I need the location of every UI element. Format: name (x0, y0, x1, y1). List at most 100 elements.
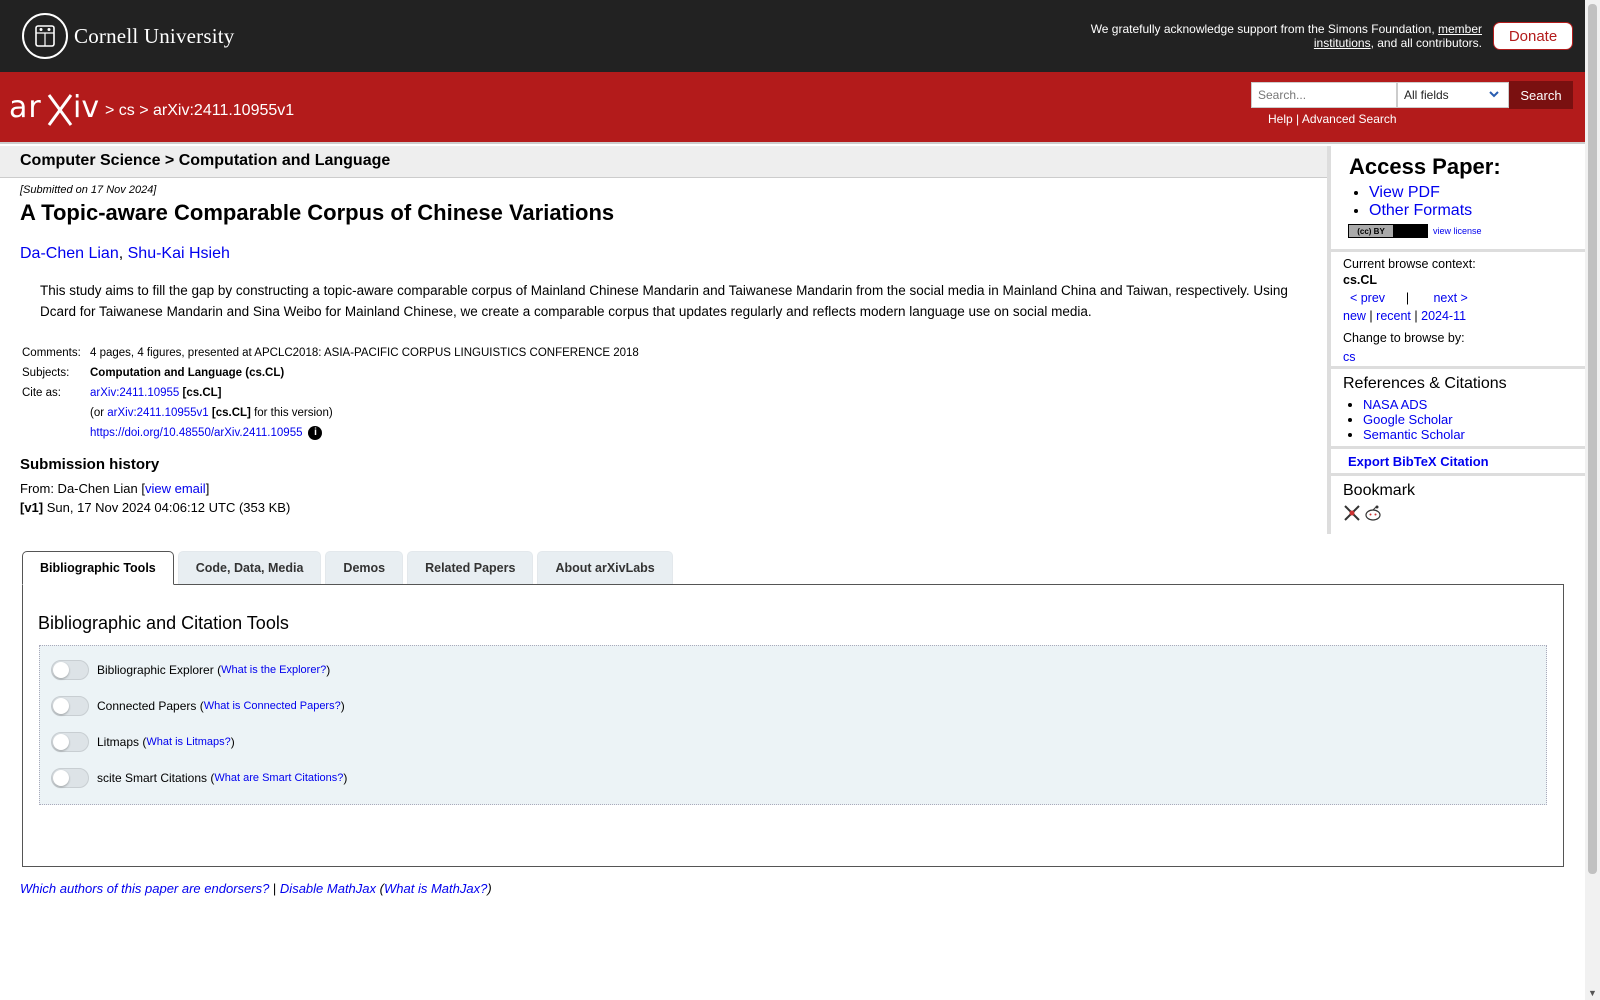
nasa-ads-link[interactable]: NASA ADS (1363, 397, 1427, 412)
bibliographic-explorer-toggle[interactable] (51, 660, 89, 680)
tab-about-arxivlabs[interactable]: About arXivLabs (537, 551, 673, 584)
version-label: [v1] (20, 500, 44, 515)
arxiv-header: ar iv > cs > arXiv:2411.10955v1 Search..… (0, 72, 1600, 144)
submitter-close: ] (205, 481, 210, 496)
scroll-down-icon[interactable]: ▼ (1588, 988, 1597, 998)
version-text: Sun, 17 Nov 2024 04:06:12 UTC (353 KB) (43, 500, 291, 515)
help-link[interactable]: Help (1268, 112, 1293, 126)
month-link[interactable]: 2024-11 (1421, 309, 1466, 323)
export-bibtex-link[interactable]: Export BibTeX Citation (1348, 454, 1489, 469)
cornell-name: Cornell University (74, 23, 235, 48)
tool-help-link[interactable]: What are Smart Citations? (214, 772, 343, 784)
cc-badge-left: (cc) BY (1349, 225, 1393, 237)
cc-badge-right (1393, 225, 1427, 237)
search-field-value: All fields (1404, 88, 1449, 102)
tool-label: Connected Papers (97, 699, 197, 713)
tab-bibliographic-tools[interactable]: Bibliographic Tools (22, 551, 174, 585)
references-panel: References & Citations NASA ADS Google S… (1331, 369, 1585, 449)
listing-links: new | recent | 2024-11 (1343, 308, 1585, 324)
author-separator: , (118, 245, 128, 262)
crumb-separator: > (105, 102, 119, 119)
other-formats-link[interactable]: Other Formats (1369, 202, 1472, 219)
scite-toggle[interactable] (51, 768, 89, 788)
search-field-select[interactable]: All fields (1397, 82, 1509, 108)
tool-help-link[interactable]: What is Connected Papers? (204, 700, 341, 712)
semantic-scholar-link[interactable]: Semantic Scholar (1363, 427, 1465, 442)
info-icon[interactable]: i (308, 425, 323, 440)
cc-by-badge-icon[interactable]: (cc) BY (1348, 224, 1428, 238)
arxiv-logo-icon: ar iv (9, 90, 99, 126)
acknowledgement: We gratefully acknowledge support from t… (1062, 22, 1482, 50)
paper-title: A Topic-aware Comparable Corpus of Chine… (20, 200, 615, 225)
access-paper-panel: Access Paper: View PDF Other Formats (cc… (1331, 146, 1585, 252)
breadcrumb: > cs > arXiv:2411.10955v1 (105, 102, 294, 120)
tool-help-link[interactable]: What is Litmaps? (146, 736, 230, 748)
metadata-table: Comments: 4 pages, 4 figures, presented … (20, 343, 641, 443)
version-v1: [v1] Sun, 17 Nov 2024 04:06:12 UTC (353 … (20, 498, 290, 517)
tab-code-data-media[interactable]: Code, Data, Media (177, 551, 322, 584)
cite-id-link[interactable]: arXiv:2411.10955 (90, 387, 179, 399)
ack-text: We gratefully acknowledge support from t… (1090, 22, 1438, 36)
comments-label: Comments: (22, 347, 81, 359)
author-link[interactable]: Da-Chen Lian (20, 245, 119, 262)
pipe: | (1405, 291, 1410, 305)
cite-label: Cite as: (22, 387, 61, 399)
tool-label: Bibliographic Explorer (97, 663, 214, 677)
cite-version-tail: for this version) (250, 407, 333, 419)
crumb-cs[interactable]: cs (119, 102, 135, 119)
crumb-separator: > (134, 102, 154, 119)
tool-help-link[interactable]: What is the Explorer? (221, 664, 326, 676)
prev-link[interactable]: < prev (1350, 291, 1385, 305)
references-heading: References & Citations (1343, 375, 1507, 392)
cite-or: (or (90, 407, 108, 419)
chevron-down-icon (1488, 88, 1500, 103)
cornell-logo[interactable]: Cornell University (22, 13, 235, 59)
subjects-value: Computation and Language (cs.CL) (90, 367, 285, 379)
doi-link[interactable]: https://doi.org/10.48550/arXiv.2411.1095… (90, 427, 302, 439)
connected-papers-toggle[interactable] (51, 696, 89, 716)
search-input[interactable]: Search... (1251, 82, 1397, 108)
litmaps-toggle[interactable] (51, 732, 89, 752)
author-link[interactable]: Shu-Kai Hsieh (128, 245, 230, 262)
mathjax-help-link[interactable]: What is MathJax? (384, 881, 487, 896)
reddit-icon[interactable] (1364, 504, 1382, 525)
ack-tail: , and all contributors. (1370, 36, 1482, 50)
google-scholar-link[interactable]: Google Scholar (1363, 412, 1453, 427)
bibsonomy-icon[interactable] (1343, 504, 1361, 525)
search-button[interactable]: Search (1509, 81, 1573, 109)
footer-separator: | (269, 881, 280, 896)
crumb-paper-id: arXiv:2411.10955v1 (153, 102, 295, 119)
bookmark-heading: Bookmark (1343, 482, 1416, 499)
tab-demos[interactable]: Demos (325, 551, 404, 584)
tab-related-papers[interactable]: Related Papers (407, 551, 534, 584)
ref-item: Google Scholar (1363, 412, 1585, 427)
browse-cs-link[interactable]: cs (1343, 350, 1356, 364)
subjects-label: Subjects: (22, 367, 70, 379)
submission-history: Submission history From: Da-Chen Lian [v… (20, 456, 290, 517)
tab-panel: Bibliographic and Citation Tools Bibliog… (22, 584, 1564, 867)
disable-mathjax-link[interactable]: Disable MathJax (280, 881, 376, 896)
view-license-link[interactable]: view license (1433, 226, 1482, 236)
footer-links: Which authors of this paper are endorser… (20, 881, 492, 896)
tools-list: Bibliographic Explorer (What is the Expl… (39, 645, 1547, 805)
advanced-search-link[interactable]: Advanced Search (1302, 112, 1397, 126)
comments-value: 4 pages, 4 figures, presented at APCLC20… (90, 347, 639, 359)
new-link[interactable]: new (1343, 309, 1366, 323)
subject-header: Computer Science > Computation and Langu… (0, 146, 1327, 178)
cite-version-row: (or arXiv:2411.10955v1 [cs.CL] for this … (20, 403, 641, 423)
scrollbar-thumb[interactable] (1588, 4, 1597, 874)
arxiv-logo[interactable]: ar iv (9, 89, 103, 132)
change-browse-label: Change to browse by: (1343, 331, 1465, 345)
donate-button[interactable]: Donate (1493, 22, 1573, 50)
cite-version-category: [cs.CL] (208, 407, 251, 419)
submitter-text: From: Da-Chen Lian [ (20, 481, 145, 496)
scrollbar[interactable]: ▼ (1585, 0, 1600, 1000)
svg-text:iv: iv (73, 90, 99, 125)
license: (cc) BY view license (1348, 224, 1585, 238)
view-pdf-link[interactable]: View PDF (1369, 184, 1440, 201)
recent-link[interactable]: recent (1376, 309, 1411, 323)
cite-version-link[interactable]: arXiv:2411.10955v1 (107, 407, 208, 419)
next-link[interactable]: next > (1433, 291, 1467, 305)
view-email-link[interactable]: view email (145, 481, 206, 496)
endorsers-link[interactable]: Which authors of this paper are endorser… (20, 881, 269, 896)
